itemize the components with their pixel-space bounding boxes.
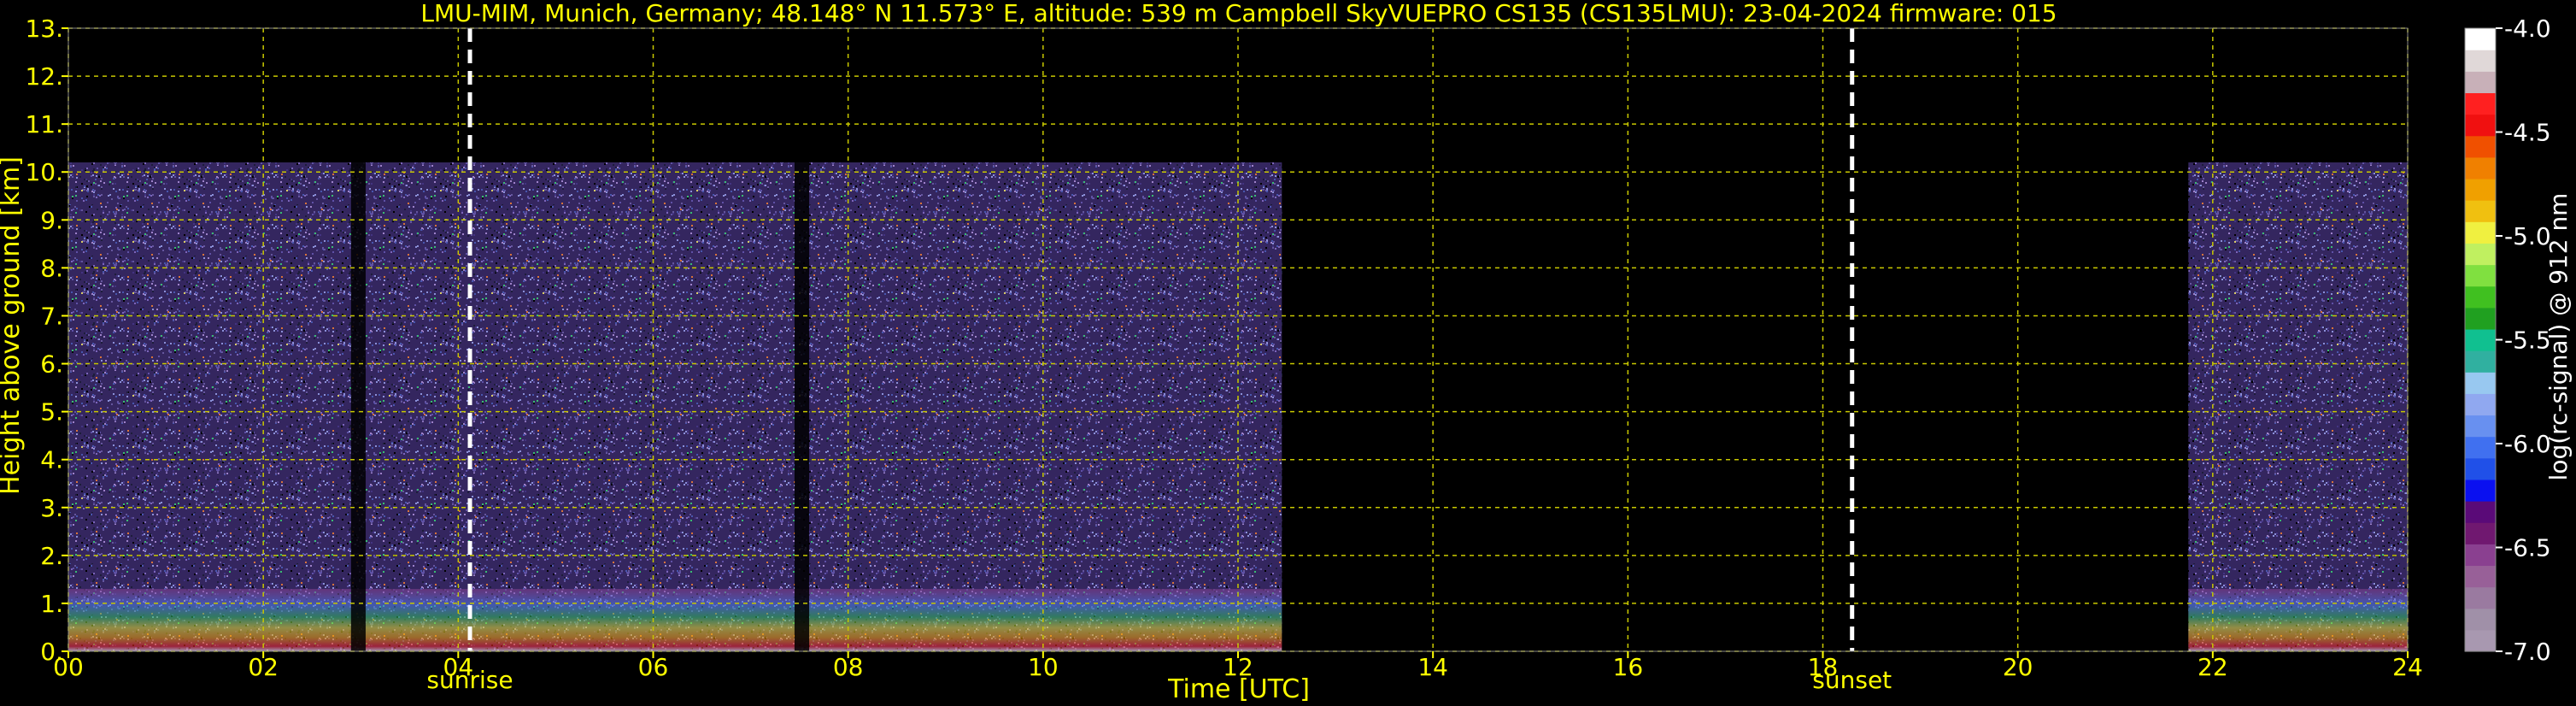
y-tick-label: 6.: [40, 350, 63, 379]
y-tick-label: 3.: [40, 494, 63, 522]
y-tick-label: 11.: [25, 110, 63, 138]
low-layer-0: [68, 589, 1282, 651]
signal-gap-1: [350, 162, 366, 651]
y-axis-label: Height above ground [km]: [0, 156, 26, 495]
colorbar-swatch: [2465, 28, 2496, 50]
colorbar-swatch: [2465, 178, 2496, 201]
colorbar-swatch: [2465, 501, 2496, 523]
y-tick-label: 12.: [25, 62, 63, 91]
x-tick-label: 24: [2392, 653, 2423, 681]
colorbar-swatch: [2465, 436, 2496, 459]
y-tick-label: 5.: [40, 398, 63, 427]
colorbar-swatch: [2465, 608, 2496, 631]
colorbar-swatch: [2465, 114, 2496, 137]
backscatter-segment-1: [2188, 162, 2408, 651]
x-tick-label: 02: [248, 653, 279, 681]
y-tick-label: 1.: [40, 590, 63, 618]
colorbar-swatch: [2465, 92, 2496, 115]
backscatter-segment-0: [68, 162, 1282, 651]
ceilometer-chart: sunrise sunset 00 02 04 06 08 10 12 14 16 18 20 22 24…: [0, 0, 2576, 706]
colorbar-swatch: [2465, 415, 2496, 438]
y-tick-label: 9.: [40, 206, 63, 234]
colorbar-swatch: [2465, 135, 2496, 158]
colorbar-swatch: [2465, 350, 2496, 373]
y-tick-label: 2.: [40, 542, 63, 570]
colorbar-swatch: [2465, 285, 2496, 309]
y-tick-label: 13.: [25, 15, 63, 43]
colorbar-tick-label: -7.0: [2504, 638, 2551, 666]
colorbar-swatch: [2465, 156, 2496, 179]
colorbar-swatch: [2465, 221, 2496, 244]
colorbar-swatch: [2465, 457, 2496, 480]
colorbar-swatch: [2465, 586, 2496, 609]
y-tick-label: 10.: [25, 158, 63, 186]
colorbar-swatch: [2465, 243, 2496, 266]
x-axis-label: Time [UTC]: [1167, 674, 1310, 704]
colorbar-swatch: [2465, 522, 2496, 544]
chart-title: LMU-MIM, Munich, Germany; 48.148° N 11.5…: [420, 0, 2057, 27]
signal-gap-0: [794, 162, 810, 651]
y-tick-label: 7.: [40, 302, 63, 330]
colorbar-swatch: [2465, 307, 2496, 330]
colorbar-swatch: [2465, 565, 2496, 588]
colorbar-swatch: [2465, 328, 2496, 351]
colorbar-tick-label: -4.0: [2504, 15, 2551, 43]
y-tick-label: 8.: [40, 254, 63, 282]
x-tick-label: 14: [1417, 653, 1448, 681]
x-tick-label: 18: [1808, 653, 1839, 681]
colorbar-swatch: [2465, 629, 2496, 652]
low-layer-1: [2188, 589, 2408, 651]
colorbar-swatch: [2465, 264, 2496, 287]
colorbar-swatch: [2465, 544, 2496, 567]
colorbar-swatch: [2465, 479, 2496, 502]
colorbar-swatch: [2465, 372, 2496, 394]
x-tick-label: 16: [1613, 653, 1644, 681]
y-tick-label: 0.: [40, 638, 63, 666]
x-tick-label: 04: [443, 653, 474, 681]
colorbar-tick-label: -6.5: [2504, 534, 2551, 562]
colorbar-swatch: [2465, 71, 2496, 94]
colorbar-tick-label: -4.5: [2504, 119, 2551, 147]
colorbar-label: log(rc-signal) @ 912 nm: [2544, 193, 2573, 481]
y-tick-label: 4.: [40, 446, 63, 474]
colorbar-swatch: [2465, 50, 2496, 72]
x-tick-label: 20: [2003, 653, 2033, 681]
colorbar-swatch: [2465, 393, 2496, 416]
x-tick-label: 22: [2198, 653, 2228, 681]
colorbar-swatch: [2465, 200, 2496, 222]
x-tick-label: 06: [638, 653, 669, 681]
x-tick-label: 08: [833, 653, 864, 681]
x-tick-label: 10: [1028, 653, 1059, 681]
